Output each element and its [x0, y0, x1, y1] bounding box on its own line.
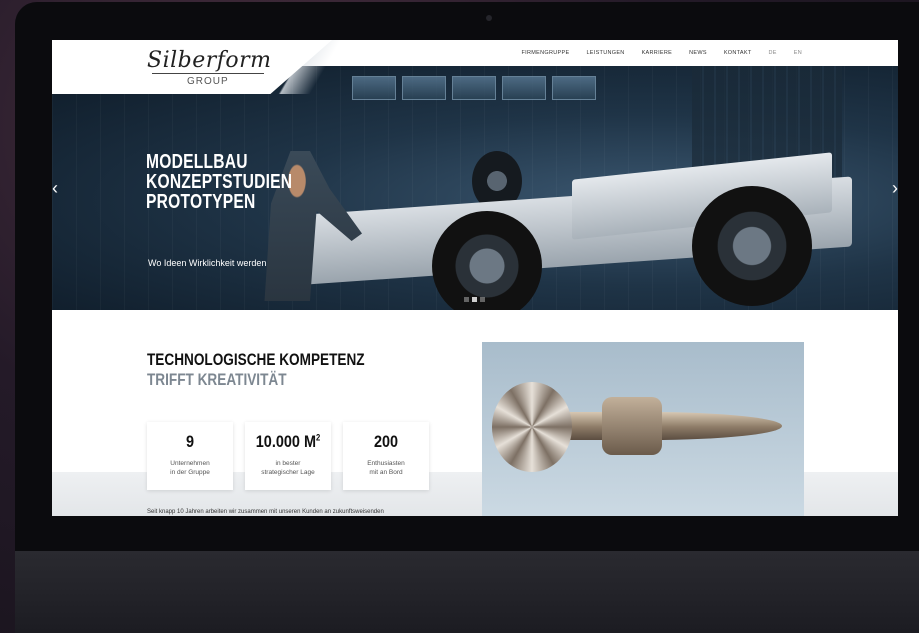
hero-headline: MODELLBAU KONZEPTSTUDIEN PROTOTYPEN — [146, 152, 334, 212]
lang-de[interactable]: DE — [769, 50, 777, 56]
nav-item-karriere[interactable]: KARRIERE — [642, 50, 673, 56]
slider-dots — [464, 297, 485, 302]
intro-paragraph: Seit knapp 10 Jahren arbeiten wir zusamm… — [147, 509, 384, 515]
prev-slide-icon[interactable]: ‹ — [52, 178, 58, 199]
front-wheel — [432, 211, 542, 310]
stat-value: 10.000 M2 — [255, 432, 321, 451]
nav-item-leistungen[interactable]: LEISTUNGEN — [586, 50, 624, 56]
main-nav: FIRMENGRUPPE LEISTUNGEN KARRIERE NEWS KO… — [522, 50, 802, 56]
stat-value: 200 — [373, 432, 399, 451]
stat-label: Unternehmen in der Gruppe — [170, 460, 210, 476]
hero-subtitle: Wo Ideen Wirklichkeit werden — [148, 258, 267, 268]
turbine-image — [482, 342, 804, 516]
next-slide-icon[interactable]: › — [892, 178, 898, 199]
logo-divider — [152, 73, 264, 74]
stat-card-companies: 9 Unternehmen in der Gruppe — [147, 422, 233, 490]
slider-dot-3[interactable] — [480, 297, 485, 302]
hero-line-1: MODELLBAU — [146, 151, 248, 173]
camera-dot — [486, 15, 492, 21]
hero-line-2: KONZEPTSTUDIEN — [146, 171, 293, 193]
rear-wheel — [692, 186, 812, 306]
turbine-fan — [492, 382, 572, 472]
stat-label: Enthusiasten mit an Bord — [367, 460, 405, 476]
lang-en[interactable]: EN — [794, 50, 802, 56]
logo-wordmark[interactable]: Silberform — [147, 48, 272, 73]
stat-card-area: 10.000 M2 in bester strategischer Lage — [245, 422, 331, 490]
slider-dot-2[interactable] — [472, 297, 477, 302]
hero-line-3: PROTOTYPEN — [146, 191, 256, 213]
nav-item-news[interactable]: NEWS — [689, 50, 707, 56]
turbine-hub — [602, 397, 662, 455]
website-screen: Silberform GROUP FIRMENGRUPPE LEISTUNGEN… — [52, 40, 898, 516]
logo-subtitle: GROUP — [187, 76, 229, 87]
background-monitors — [352, 76, 596, 100]
section-heading: TECHNOLOGISCHE KOMPETENZ — [147, 350, 365, 369]
nav-item-firmengruppe[interactable]: FIRMENGRUPPE — [522, 50, 570, 56]
turbine-shaft — [562, 412, 782, 440]
nav-item-kontakt[interactable]: KONTAKT — [724, 50, 752, 56]
slider-dot-1[interactable] — [464, 297, 469, 302]
stat-card-enthusiasts: 200 Enthusiasten mit an Bord — [343, 422, 429, 490]
stat-label: in bester strategischer Lage — [261, 460, 315, 476]
section-subheading: TRIFFT KREATIVITÄT — [147, 370, 287, 389]
monitor-chin — [15, 551, 919, 633]
intro-section: TECHNOLOGISCHE KOMPETENZ TRIFFT KREATIVI… — [52, 310, 898, 516]
stat-value: 9 — [185, 432, 195, 451]
